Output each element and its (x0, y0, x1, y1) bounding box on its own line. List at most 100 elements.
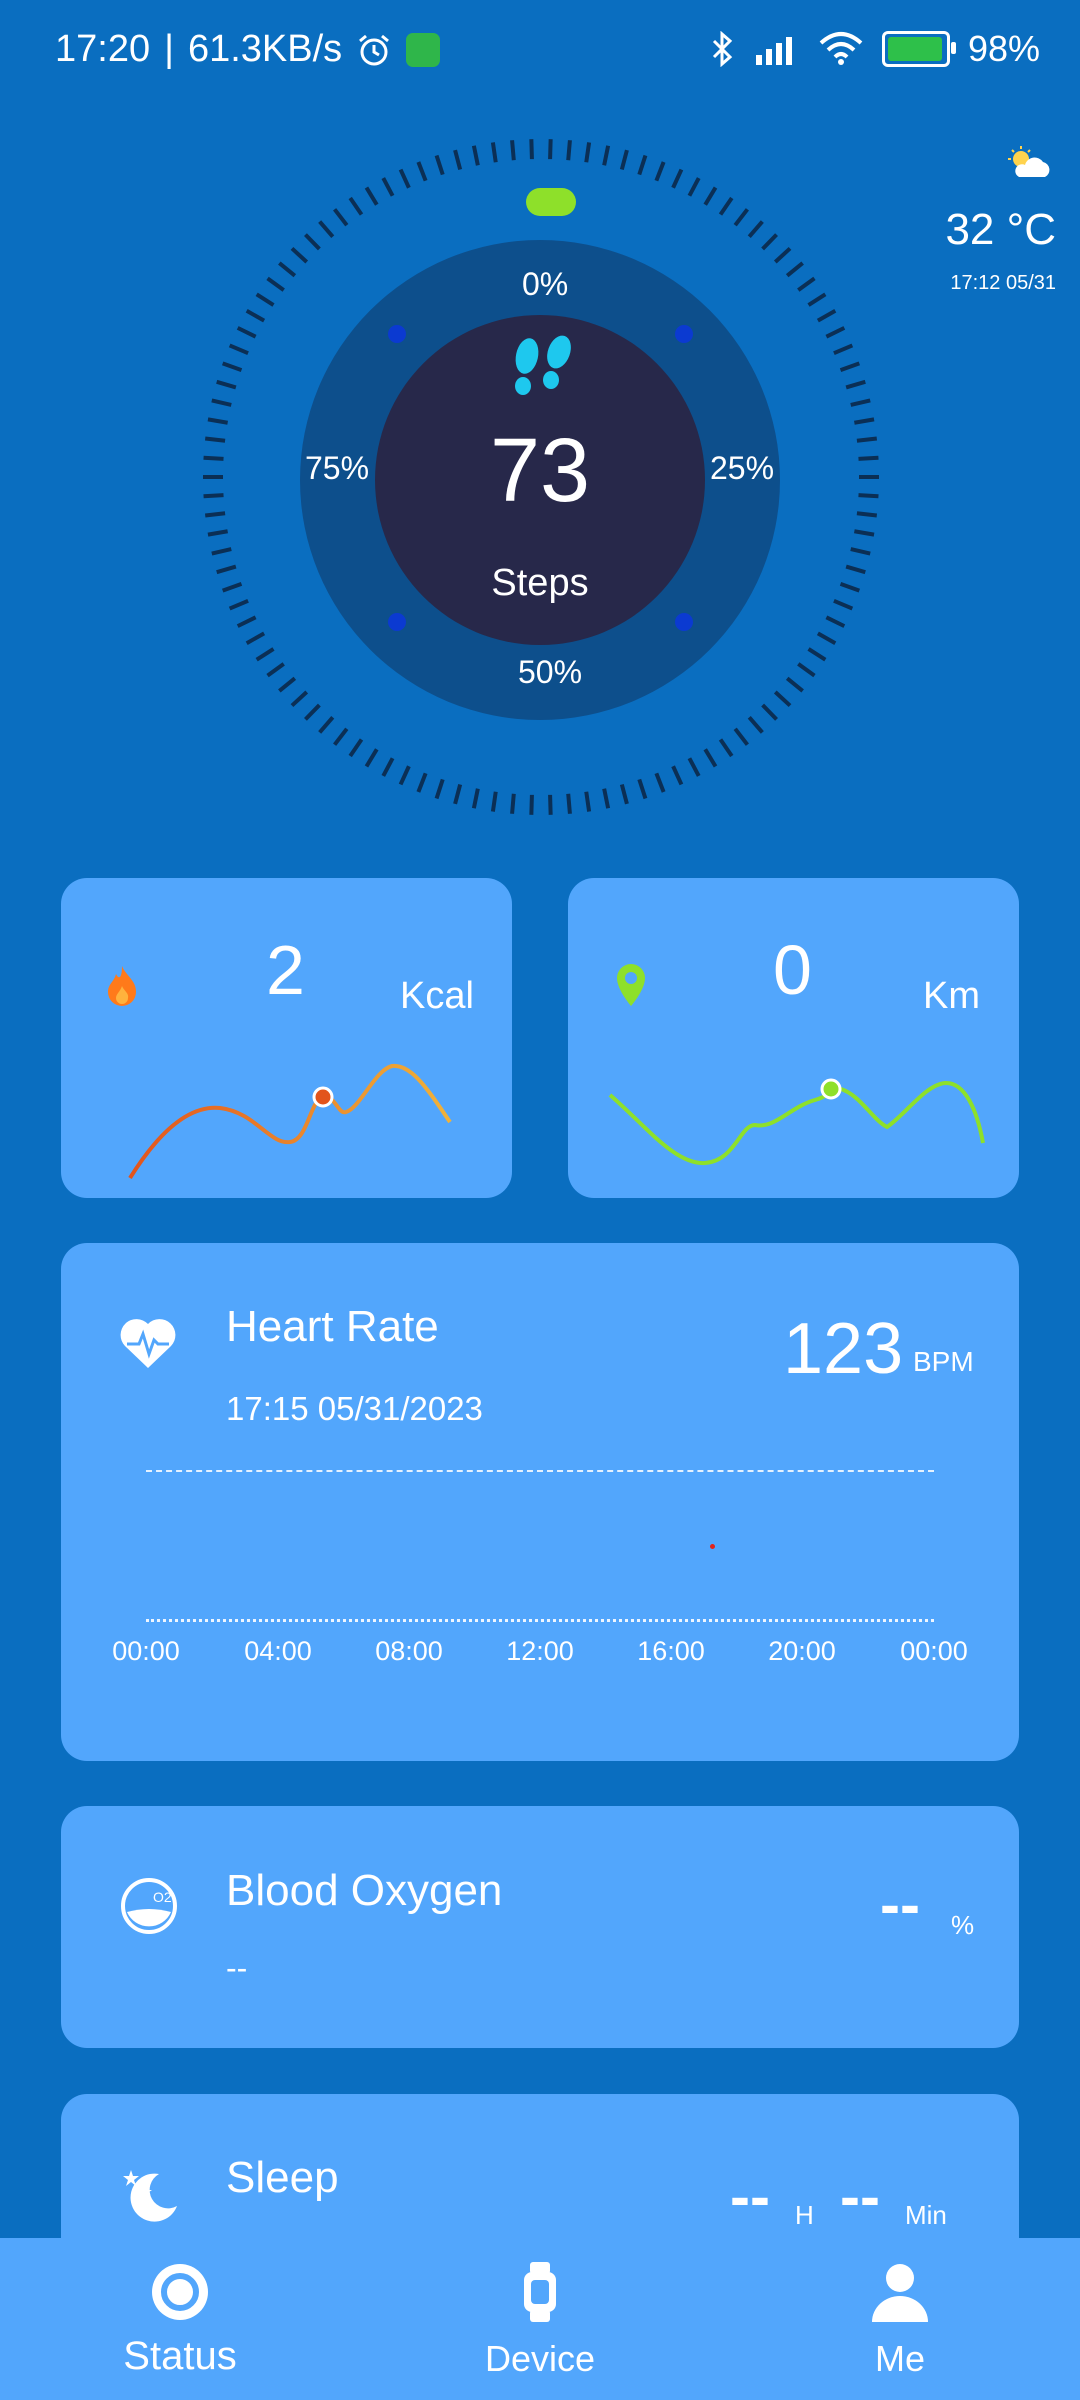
dial-tick (797, 662, 816, 678)
axis-label: 20:00 (768, 1636, 836, 1666)
heart-rate-icon (120, 1319, 176, 1368)
wifi-icon (819, 32, 863, 65)
nav-status-tab[interactable]: Status (70, 2238, 290, 2400)
ring-dot (675, 325, 693, 343)
dial-tick (510, 793, 516, 814)
dial-tick (845, 564, 866, 575)
dial-tick (203, 455, 224, 461)
heart-rate-date: 17:15 05/31/2023 (226, 1390, 483, 1427)
partly-cloudy-icon (1008, 146, 1050, 177)
dial-tick (278, 676, 297, 693)
dial-tick (228, 343, 249, 356)
sleep-minutes-unit: Min (905, 2200, 947, 2230)
nav-me-tab[interactable]: Me (790, 2238, 1010, 2400)
dial-tick (204, 436, 226, 443)
battery-percent: 98% (967, 28, 1040, 69)
dial-tick (221, 581, 243, 593)
distance-value: 0 (773, 931, 812, 1009)
dial-tick (416, 772, 428, 793)
axis-label: 04:00 (244, 1636, 312, 1666)
calories-trend-chart (128, 1063, 452, 1180)
blood-oxygen-card[interactable] (61, 1806, 1019, 2048)
ring-dot (388, 613, 406, 631)
dial-tick (529, 139, 534, 160)
distance-unit: Km (923, 975, 980, 1017)
dial-tick (833, 598, 854, 611)
dial-tick (733, 208, 749, 227)
dial-tick (858, 493, 879, 499)
dial-tick (584, 142, 592, 163)
dial-tick (854, 529, 875, 537)
pct-left: 75% (305, 450, 370, 486)
dial-tick (255, 647, 275, 662)
dial-tick (471, 145, 480, 166)
dial-tick (221, 361, 243, 373)
dial-tick (207, 417, 228, 425)
dial-tick (687, 757, 701, 777)
dial-tick (364, 186, 379, 206)
dial-tick (348, 196, 364, 216)
heart-rate-value: 123 (783, 1309, 904, 1389)
dial-tick (510, 140, 516, 161)
weather-update-time: 17:12 05/31 (950, 272, 1056, 294)
nav-device-label: Device (484, 2338, 596, 2379)
pct-bottom: 50% (518, 654, 583, 690)
dial-tick (290, 690, 309, 708)
dial-tick (839, 581, 861, 593)
dial-tick (850, 547, 871, 556)
dial-tick (816, 631, 837, 645)
blood-oxygen-value: -- (880, 1871, 920, 1938)
dial-tick (833, 343, 854, 356)
dial-tick (654, 161, 666, 182)
dial-tick (318, 716, 335, 734)
distance-trend-chart (608, 1078, 985, 1166)
dial-tick (207, 529, 228, 537)
dial-tick (236, 326, 257, 339)
nav-me-label: Me (874, 2338, 925, 2379)
steps-label: Steps (491, 562, 589, 604)
app-notification-icon (406, 32, 441, 67)
dial-tick (211, 547, 232, 556)
heart-rate-title: Heart Rate (226, 1302, 439, 1351)
calories-unit: Kcal (400, 975, 474, 1017)
ring-dot (675, 613, 693, 631)
dial-tick (453, 149, 463, 170)
nav-device-tab[interactable]: Device (430, 2238, 650, 2400)
dial-tick (381, 177, 395, 197)
dial-tick (398, 168, 411, 189)
dial-tick (761, 233, 778, 251)
dial-tick (654, 772, 666, 793)
dial-tick (290, 246, 309, 264)
sleep-title: Sleep (226, 2153, 339, 2202)
sleep-minutes-value: -- (840, 2163, 880, 2230)
dial-tick (333, 208, 349, 227)
dial-tick (203, 493, 224, 499)
dial-tick (245, 631, 266, 645)
ring-dot (388, 325, 406, 343)
dial-tick (529, 794, 534, 815)
dial-tick (825, 615, 846, 628)
dial-tick (584, 791, 592, 812)
dial-tick (785, 676, 804, 693)
dial-tick (637, 778, 648, 800)
dial-tick (434, 778, 445, 800)
bottom-navigation: Status Device Me (0, 2238, 1080, 2400)
dial-tick (364, 748, 379, 768)
steps-count: 73 (489, 421, 591, 521)
dial-tick (773, 690, 792, 708)
dial-tick (216, 379, 237, 390)
axis-label: 12:00 (506, 1636, 574, 1666)
status-bar-left: 17:20 | 61.3KB/s (55, 28, 441, 71)
dial-tick (453, 784, 463, 805)
dial-tick (266, 662, 285, 678)
status-bar-right: 98% (710, 28, 1040, 70)
svg-text:O2: O2 (153, 1889, 172, 1905)
dial-tick (733, 727, 749, 746)
dial-tick (204, 511, 226, 518)
dial-tick (785, 261, 804, 278)
dial-tick (216, 564, 237, 575)
dial-tick (703, 186, 718, 206)
dial-tick (718, 196, 734, 216)
dial-tick (797, 276, 816, 292)
smartwatch-icon (524, 2262, 556, 2322)
